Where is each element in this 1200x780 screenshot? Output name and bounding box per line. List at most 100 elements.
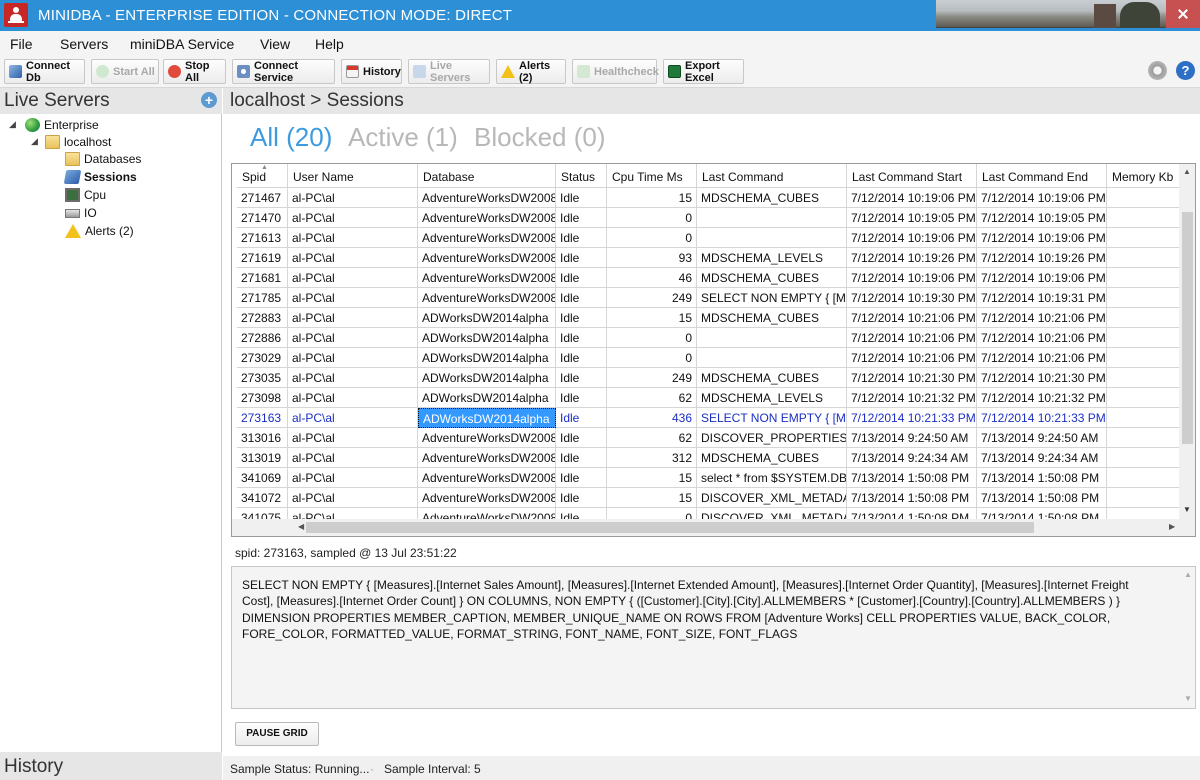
table-cell[interactable]: 7/12/2014 10:21:06 PM — [977, 308, 1107, 328]
table-cell[interactable]: 7/12/2014 10:19:26 PM — [977, 248, 1107, 268]
table-cell[interactable]: 15 — [607, 468, 697, 488]
tree-node-databases[interactable]: Databases — [65, 150, 141, 168]
table-cell[interactable]: al-PC\al — [288, 328, 418, 348]
table-cell[interactable]: 7/13/2014 9:24:34 AM — [977, 448, 1107, 468]
table-cell[interactable]: 7/12/2014 10:19:06 PM — [977, 228, 1107, 248]
table-cell[interactable]: al-PC\al — [288, 428, 418, 448]
column-header[interactable]: Last Command Start — [847, 164, 977, 188]
table-row[interactable]: 271613 al-PC\al AdventureWorksDW2008 Idle 0 7… — [237, 228, 1195, 248]
table-cell[interactable]: 7/12/2014 10:19:06 PM — [847, 228, 977, 248]
table-cell[interactable]: AdventureWorksDW2008 — [418, 228, 556, 248]
table-cell[interactable]: 271619 — [237, 248, 288, 268]
table-row[interactable]: 271619 al-PC\al AdventureWorksDW2008 Idle 93… — [237, 248, 1195, 268]
table-cell[interactable]: al-PC\al — [288, 348, 418, 368]
table-cell[interactable]: Idle — [556, 388, 607, 408]
table-cell[interactable]: AdventureWorksDW2008 — [418, 208, 556, 228]
table-cell[interactable]: 273098 — [237, 388, 288, 408]
table-cell[interactable]: 341069 — [237, 468, 288, 488]
table-cell[interactable]: al-PC\al — [288, 228, 418, 248]
table-cell[interactable]: 271613 — [237, 228, 288, 248]
table-cell[interactable]: al-PC\al — [288, 488, 418, 508]
table-cell[interactable]: 7/13/2014 9:24:50 AM — [977, 428, 1107, 448]
table-cell[interactable]: Idle — [556, 348, 607, 368]
pause-grid-button[interactable]: PAUSE GRID — [235, 722, 319, 746]
table-cell[interactable]: 249 — [607, 368, 697, 388]
table-cell[interactable]: SELECT NON EMPTY { [Mea — [697, 288, 847, 308]
table-cell[interactable]: Idle — [556, 188, 607, 208]
table-row[interactable]: 341072 al-PC\al AdventureWorksDW2008 Idle 15… — [237, 488, 1195, 508]
table-cell[interactable]: Idle — [556, 228, 607, 248]
table-cell[interactable] — [697, 208, 847, 228]
table-cell[interactable]: 271681 — [237, 268, 288, 288]
table-cell[interactable]: AdventureWorksDW2008 — [418, 488, 556, 508]
stop-all-button[interactable]: Stop All — [163, 59, 226, 84]
table-cell[interactable]: MDSCHEMA_CUBES — [697, 268, 847, 288]
horizontal-scroll-thumb[interactable] — [306, 522, 1034, 533]
help-icon[interactable]: ? — [1176, 61, 1195, 80]
table-cell[interactable]: ADWorksDW2014alpha — [418, 388, 556, 408]
healthcheck-button[interactable]: Healthcheck — [572, 59, 659, 84]
table-cell[interactable]: Idle — [556, 468, 607, 488]
table-cell[interactable]: 273029 — [237, 348, 288, 368]
table-cell[interactable]: AdventureWorksDW2008 — [418, 248, 556, 268]
table-cell[interactable]: ADWorksDW2014alpha — [418, 328, 556, 348]
table-cell[interactable]: 436 — [607, 408, 697, 428]
menu-view[interactable]: View — [260, 36, 290, 52]
table-cell[interactable]: 273163 — [237, 408, 288, 428]
horizontal-scrollbar[interactable]: ◀ ▶ — [232, 519, 1179, 536]
table-cell[interactable]: Idle — [556, 408, 607, 428]
table-cell[interactable]: 15 — [607, 308, 697, 328]
table-cell[interactable]: 7/12/2014 10:19:06 PM — [847, 268, 977, 288]
table-row[interactable]: 341069 al-PC\al AdventureWorksDW2008 Idle 15… — [237, 468, 1195, 488]
tree-node-localhost[interactable]: localhost — [45, 133, 111, 151]
table-cell[interactable]: 62 — [607, 388, 697, 408]
table-cell[interactable]: 7/12/2014 10:19:05 PM — [847, 208, 977, 228]
tree-node-alerts[interactable]: Alerts (2) — [65, 222, 134, 240]
table-cell[interactable]: al-PC\al — [288, 248, 418, 268]
table-cell[interactable]: 7/12/2014 10:21:30 PM — [847, 368, 977, 388]
table-cell[interactable]: 7/12/2014 10:21:32 PM — [847, 388, 977, 408]
table-cell[interactable]: 272883 — [237, 308, 288, 328]
query-text-box[interactable]: SELECT NON EMPTY { [Measures].[Internet … — [231, 566, 1196, 709]
table-cell[interactable]: al-PC\al — [288, 188, 418, 208]
table-cell[interactable]: DISCOVER_PROPERTIES — [697, 428, 847, 448]
table-row[interactable]: 273098 al-PC\al ADWorksDW2014alpha Idle 62 MD… — [237, 388, 1195, 408]
table-cell[interactable]: MDSCHEMA_CUBES — [697, 448, 847, 468]
menu-help[interactable]: Help — [315, 36, 344, 52]
table-cell[interactable]: 271467 — [237, 188, 288, 208]
table-cell[interactable]: ADWorksDW2014alpha — [418, 308, 556, 328]
connect-service-button[interactable]: Connect Service — [232, 59, 335, 84]
table-cell[interactable]: 15 — [607, 488, 697, 508]
table-cell[interactable]: 312 — [607, 448, 697, 468]
table-cell[interactable]: 7/12/2014 10:19:06 PM — [847, 188, 977, 208]
close-window-button[interactable] — [1166, 0, 1200, 28]
column-header[interactable]: User Name — [288, 164, 418, 188]
table-cell[interactable]: 0 — [607, 228, 697, 248]
table-cell[interactable]: Idle — [556, 268, 607, 288]
scroll-up-arrow-icon[interactable]: ▲ — [1184, 570, 1192, 579]
settings-gear-icon[interactable] — [1148, 61, 1167, 80]
start-all-button[interactable]: Start All — [91, 59, 159, 84]
tree-node-enterprise[interactable]: Enterprise — [25, 116, 99, 134]
table-row[interactable]: 271785 al-PC\al AdventureWorksDW2008 Idle 24… — [237, 288, 1195, 308]
table-cell[interactable]: 7/12/2014 10:21:06 PM — [847, 308, 977, 328]
table-cell[interactable]: 7/12/2014 10:21:06 PM — [847, 328, 977, 348]
table-cell[interactable]: 7/13/2014 9:24:34 AM — [847, 448, 977, 468]
scroll-down-arrow-icon[interactable]: ▼ — [1184, 694, 1192, 703]
table-cell[interactable]: 7/13/2014 1:50:08 PM — [977, 488, 1107, 508]
table-cell[interactable]: 0 — [607, 328, 697, 348]
vertical-scrollbar[interactable]: ▲ ▼ — [1179, 164, 1195, 519]
table-cell[interactable]: 271785 — [237, 288, 288, 308]
table-cell[interactable]: Idle — [556, 308, 607, 328]
table-cell[interactable]: 0 — [607, 208, 697, 228]
table-cell[interactable]: al-PC\al — [288, 308, 418, 328]
table-cell[interactable]: AdventureWorksDW2008 — [418, 188, 556, 208]
table-cell[interactable]: 313016 — [237, 428, 288, 448]
table-cell[interactable]: select * from $SYSTEM.DBS — [697, 468, 847, 488]
tab-active-sessions[interactable]: Active (1) — [348, 122, 458, 153]
table-cell[interactable]: AdventureWorksDW2008 — [418, 288, 556, 308]
menu-file[interactable]: File — [10, 36, 33, 52]
table-row[interactable]: 313016 al-PC\al AdventureWorksDW2008 Idle 62… — [237, 428, 1195, 448]
table-cell[interactable]: al-PC\al — [288, 408, 418, 428]
column-header[interactable]: Status — [556, 164, 607, 188]
